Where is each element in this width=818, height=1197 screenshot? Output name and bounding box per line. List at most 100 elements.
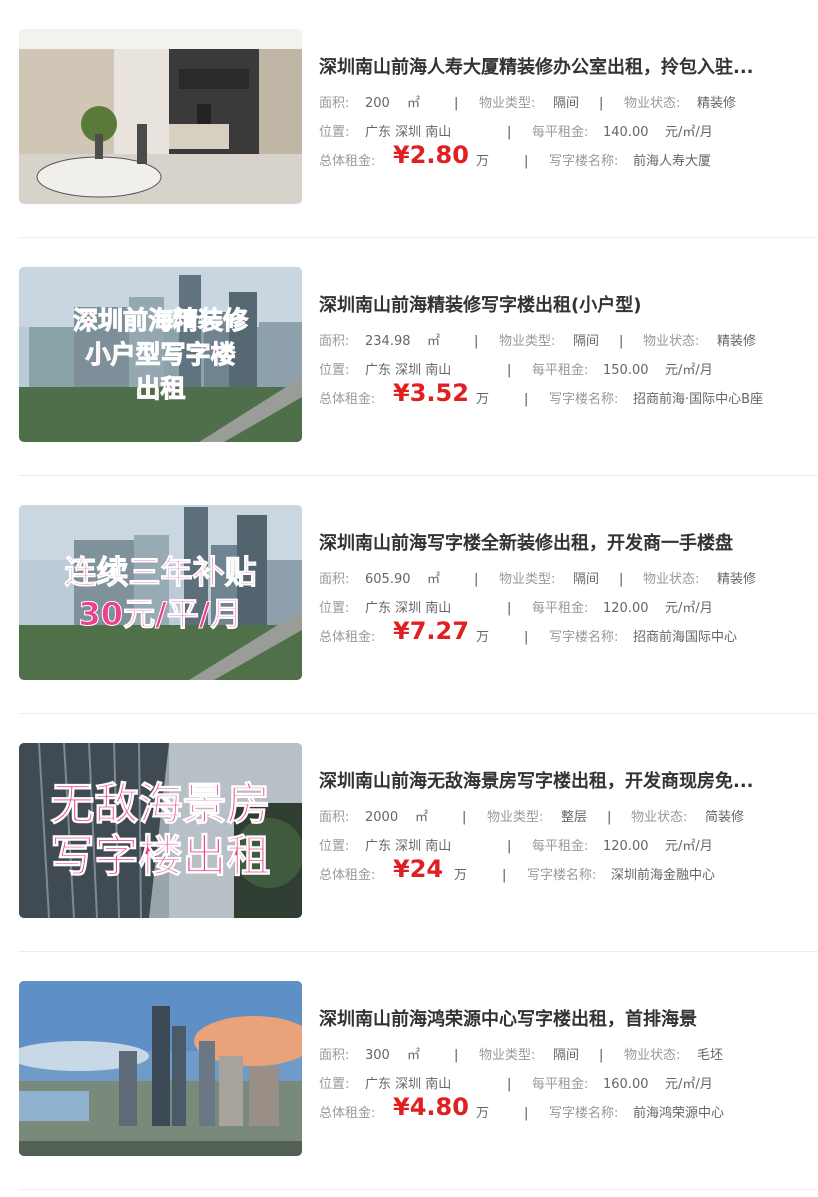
separator: | [507,125,512,140]
listing-title[interactable]: 深圳南山前海无敌海景房写字楼出租，开发商现房免... [319,769,799,795]
type-value: 整层 [561,810,588,825]
status-value: 精装修 [717,334,757,349]
area-label: 面积: [319,810,350,825]
overlay-line: 写字楼出租 [50,830,271,882]
type-label: 物业类型: [479,96,536,111]
listing-thumbnail[interactable]: 无敌海景房 写字楼出租 [19,743,302,918]
overlay-line: 深圳前海精装修 [72,305,248,335]
status-label: 物业状态: [643,572,700,587]
unit-price-label: 每平租金: [532,125,589,140]
area-unit: ㎡ [407,96,421,111]
building-label: 写字楼名称: [549,630,619,645]
separator: | [607,810,612,825]
building-label: 写字楼名称: [527,868,597,883]
location-label: 位置: [319,1077,350,1092]
separator: | [524,630,529,645]
unit-price-value: 150.00 [603,363,649,378]
total-price: ¥24 [393,855,444,883]
unit-price-unit: 元/㎡/月 [665,1077,713,1092]
listing-title[interactable]: 深圳南山前海人寿大厦精装修办公室出租，拎包入驻... [319,55,799,81]
unit-price-label: 每平租金: [532,363,589,378]
unit-price-value: 120.00 [603,839,649,854]
area-label: 面积: [319,1048,350,1063]
unit-price-label: 每平租金: [532,601,589,616]
listing-title[interactable]: 深圳南山前海写字楼全新装修出租，开发商一手楼盘 [319,531,799,557]
listing-title[interactable]: 深圳南山前海精装修写字楼出租(小户型) [319,293,799,319]
location-label: 位置: [319,839,350,854]
listing-item[interactable]: 深圳南山前海鸿荣源中心写字楼出租，首排海景 面积: 300 ㎡ | 物业类型: … [0,952,818,1190]
status-value: 毛坯 [697,1048,724,1063]
separator: | [507,601,512,616]
building-label: 写字楼名称: [549,154,619,169]
unit-price-value: 160.00 [603,1077,649,1092]
separator: | [619,572,624,587]
divider [18,1189,818,1190]
total-label: 总体租金: [319,154,376,169]
unit-price-unit: 元/㎡/月 [665,363,713,378]
unit-price-unit: 元/㎡/月 [665,125,713,140]
area-value: 2000 [365,810,399,825]
separator: | [454,96,459,111]
area-label: 面积: [319,572,350,587]
listing-item[interactable]: 深圳南山前海人寿大厦精装修办公室出租，拎包入驻... 面积: 200 ㎡ | 物… [0,0,818,238]
location-value: 广东 深圳 南山 [365,601,452,616]
listing-item[interactable]: 深圳前海精装修 小户型写字楼 出租 深圳南山前海精装修写字楼出租(小户型) 面积… [0,238,818,476]
total-price: ¥2.80 [393,141,469,169]
separator: | [619,334,624,349]
building-label: 写字楼名称: [549,392,619,407]
building-value: 招商前海·国际中心B座 [633,392,764,407]
status-label: 物业状态: [624,1048,681,1063]
listing-info: 深圳南山前海人寿大厦精装修办公室出租，拎包入驻... 面积: 200 ㎡ | 物… [319,55,799,169]
listing-thumbnail[interactable]: 连续三年补贴 30元/平/月 [19,505,302,680]
listing-thumbnail[interactable] [19,981,302,1156]
separator: | [524,392,529,407]
unit-price-label: 每平租金: [532,1077,589,1092]
listing-info: 深圳南山前海精装修写字楼出租(小户型) 面积: 234.98 ㎡ | 物业类型:… [319,293,799,407]
status-value: 简装修 [705,810,745,825]
location-label: 位置: [319,601,350,616]
listing-thumbnail[interactable]: 深圳前海精装修 小户型写字楼 出租 [19,267,302,442]
total-label: 总体租金: [319,868,376,883]
listing-info: 深圳南山前海写字楼全新装修出租，开发商一手楼盘 面积: 605.90 ㎡ | 物… [319,531,799,645]
type-value: 隔间 [573,334,600,349]
status-label: 物业状态: [631,810,688,825]
separator: | [524,1106,529,1121]
location-label: 位置: [319,363,350,378]
listing-item[interactable]: 连续三年补贴 30元/平/月 深圳南山前海写字楼全新装修出租，开发商一手楼盘 面… [0,476,818,714]
area-value: 300 [365,1048,390,1063]
area-label: 面积: [319,96,350,111]
separator: | [599,96,604,111]
separator: | [462,810,467,825]
image-overlay-text: 连续三年补贴 30元/平/月 [19,505,302,680]
separator: | [507,363,512,378]
listing-info: 深圳南山前海无敌海景房写字楼出租，开发商现房免... 面积: 2000 ㎡ | … [319,769,799,883]
building-value: 前海鸿荣源中心 [633,1106,725,1121]
type-label: 物业类型: [487,810,544,825]
overlay-line: 无敌海景房 [50,778,271,830]
image-overlay-text [19,981,302,1156]
overlay-line: 出租 [135,373,186,403]
overlay-line: 小户型写字楼 [85,339,236,369]
location-value: 广东 深圳 南山 [365,839,452,854]
listing-item[interactable]: 无敌海景房 写字楼出租 深圳南山前海无敌海景房写字楼出租，开发商现房免... 面… [0,714,818,952]
listing-title[interactable]: 深圳南山前海鸿荣源中心写字楼出租，首排海景 [319,1007,799,1033]
separator: | [507,839,512,854]
building-value: 前海人寿大厦 [633,154,712,169]
separator: | [502,868,507,883]
total-unit: 万 [476,630,490,645]
image-overlay-text: 无敌海景房 写字楼出租 [19,743,302,918]
status-value: 精装修 [697,96,737,111]
status-label: 物业状态: [624,96,681,111]
separator: | [454,1048,459,1063]
unit-price-value: 120.00 [603,601,649,616]
location-value: 广东 深圳 南山 [365,1077,452,1092]
total-unit: 万 [476,154,490,169]
location-value: 广东 深圳 南山 [365,363,452,378]
type-label: 物业类型: [479,1048,536,1063]
location-value: 广东 深圳 南山 [365,125,452,140]
area-unit: ㎡ [407,1048,421,1063]
listing-info: 深圳南山前海鸿荣源中心写字楼出租，首排海景 面积: 300 ㎡ | 物业类型: … [319,1007,799,1121]
listing-thumbnail[interactable] [19,29,302,204]
separator: | [524,154,529,169]
area-unit: ㎡ [427,572,441,587]
